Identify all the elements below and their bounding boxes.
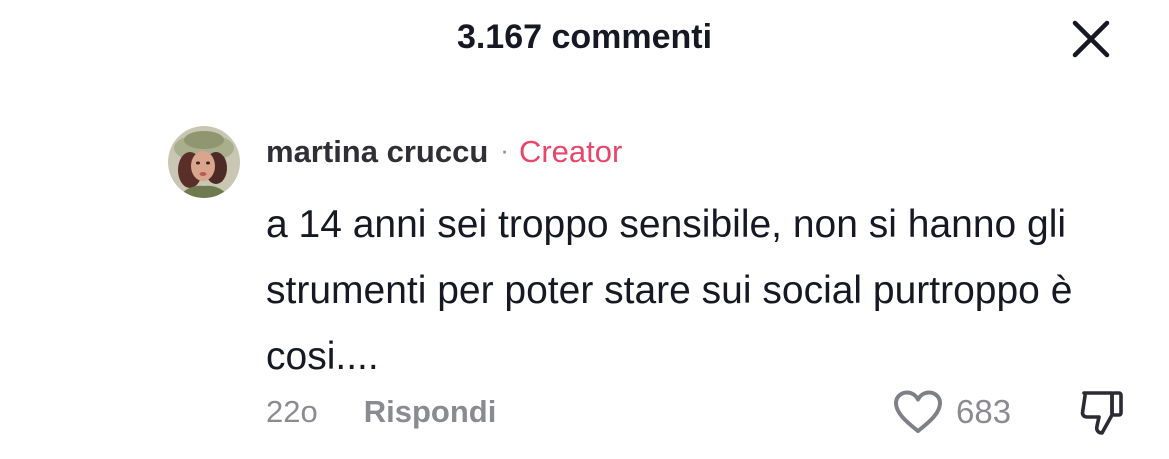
comment-header: martina cruccu · Creator — [266, 132, 622, 172]
avatar[interactable] — [168, 126, 240, 198]
comment-text: a 14 anni sei troppo sensibile, non si h… — [266, 203, 1073, 378]
thumbs-down-icon — [1080, 391, 1123, 435]
reply-button[interactable]: Rispondi — [364, 394, 497, 429]
comment-timestamp: 22o — [266, 394, 318, 429]
close-icon — [1072, 20, 1110, 58]
creator-badge: Creator — [518, 134, 623, 169]
like-button[interactable]: 683 — [892, 386, 1011, 438]
comments-count-title: 3.167 commenti — [456, 18, 713, 56]
comment-meta: 22o Rispondi — [266, 390, 496, 434]
like-count: 683 — [956, 393, 1012, 430]
separator-dot: · — [500, 135, 509, 165]
dislike-button[interactable] — [1074, 384, 1130, 440]
user-avatar-icon — [168, 126, 240, 198]
heart-outline-icon — [894, 390, 942, 433]
comment-item: martina cruccu · Creator a 14 anni sei tro… — [168, 126, 1148, 446]
close-button[interactable] — [1066, 14, 1116, 64]
username[interactable]: martina cruccu — [266, 134, 488, 169]
